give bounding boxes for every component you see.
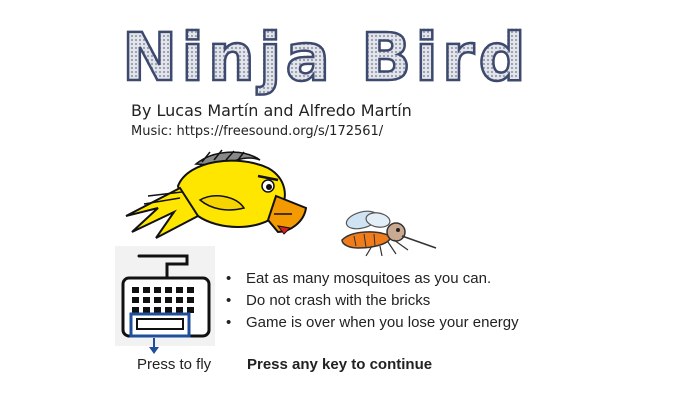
down-arrow-icon [149, 338, 159, 354]
continue-prompt[interactable]: Press any key to continue [247, 356, 432, 373]
game-title: Ninja Bird [121, 18, 530, 98]
rules-list: Eat as many mosquitoes as you can. Do no… [226, 268, 519, 334]
ninja-bird-sprite [125, 149, 308, 239]
press-to-fly-label: Press to fly [137, 356, 212, 373]
rule-item: Game is over when you lose your energy [226, 312, 519, 334]
mosquito-sprite [341, 210, 437, 257]
rule-item: Eat as many mosquitoes as you can. [226, 268, 519, 290]
keyboard-icon [121, 254, 211, 354]
credits-text: By Lucas Martín and Alfredo Martín [131, 101, 412, 120]
music-credit: Music: https://freesound.org/s/172561/ [131, 124, 384, 139]
rule-item: Do not crash with the bricks [226, 290, 519, 312]
